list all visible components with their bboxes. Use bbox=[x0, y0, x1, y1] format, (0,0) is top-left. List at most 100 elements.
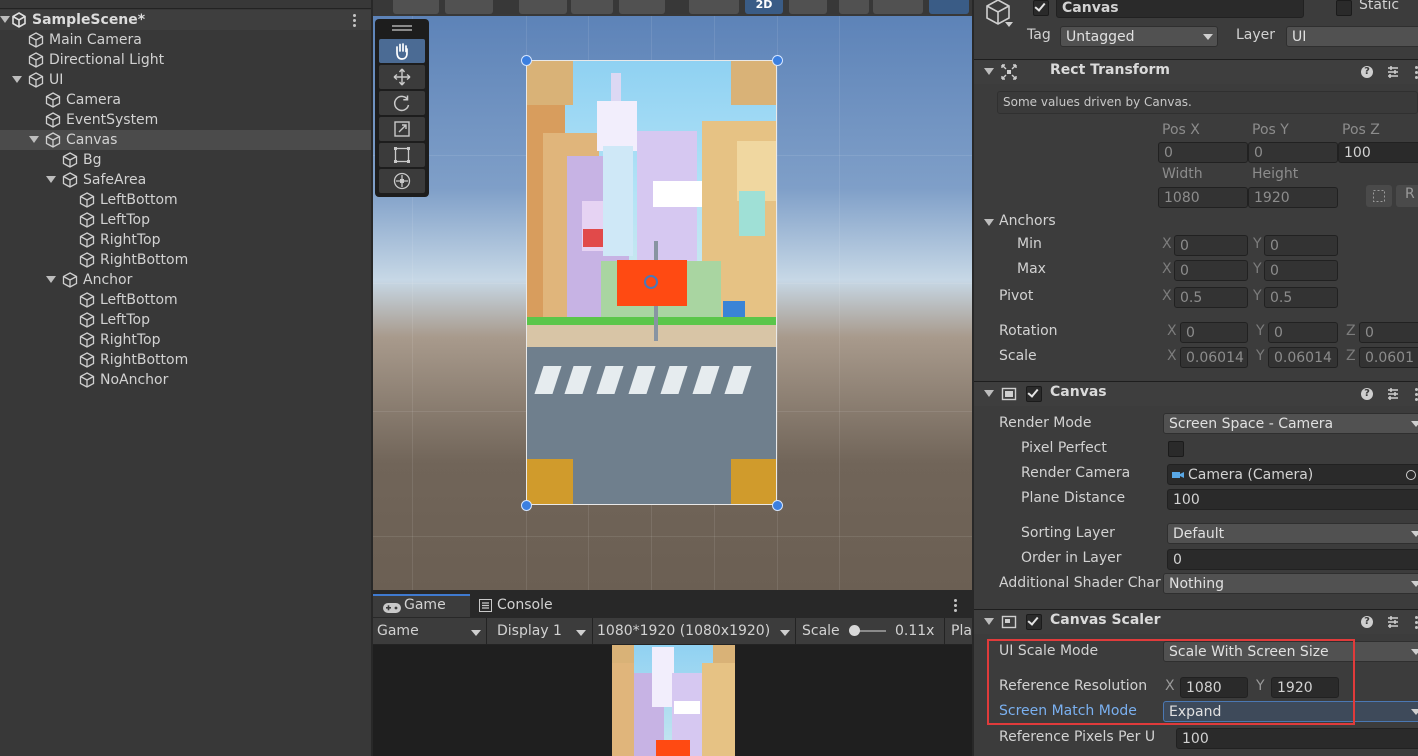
ruler-button[interactable] bbox=[619, 0, 665, 14]
pivot-toggle-button[interactable] bbox=[445, 0, 493, 14]
hierarchy-item[interactable]: RightTop bbox=[0, 330, 371, 350]
foldout-arrow-icon[interactable] bbox=[984, 390, 994, 397]
width-field[interactable]: 1080 bbox=[1158, 187, 1248, 208]
canvas-component-header[interactable]: Canvas ? bbox=[974, 381, 1418, 406]
blueprint-mode-button[interactable] bbox=[1366, 185, 1392, 207]
right-top-marker[interactable] bbox=[731, 61, 776, 105]
sorting-layer-dropdown[interactable]: Default bbox=[1167, 523, 1418, 544]
scale-y-field[interactable]: 0.06014 bbox=[1268, 347, 1338, 368]
pos-x-field[interactable]: 0 bbox=[1158, 142, 1248, 163]
hierarchy-item[interactable]: RightBottom bbox=[0, 250, 371, 270]
gizmo-tools-button[interactable] bbox=[393, 0, 439, 14]
scale-z-field[interactable]: 0.0601 bbox=[1359, 347, 1418, 368]
pixel-perfect-checkbox[interactable] bbox=[1168, 441, 1184, 457]
hierarchy-item[interactable]: RightBottom bbox=[0, 350, 371, 370]
expand-arrow-icon[interactable] bbox=[0, 16, 10, 23]
pivot-y-field[interactable]: 0.5 bbox=[1264, 287, 1338, 308]
hierarchy-search-bar[interactable] bbox=[0, 0, 371, 9]
pivot-x-field[interactable]: 0.5 bbox=[1174, 287, 1248, 308]
rect-transform-header[interactable]: Rect Transform ? bbox=[974, 59, 1418, 84]
scene-row[interactable]: SampleScene* bbox=[0, 10, 371, 30]
static-checkbox[interactable] bbox=[1336, 0, 1352, 16]
mode-2d-button[interactable]: 2D bbox=[745, 0, 783, 14]
anchor-min-x-field[interactable]: 0 bbox=[1174, 235, 1248, 256]
canvas-background-image[interactable] bbox=[526, 60, 777, 505]
foldout-arrow-icon[interactable] bbox=[984, 68, 994, 75]
hierarchy-item[interactable]: NoAnchor bbox=[0, 370, 371, 390]
tag-dropdown[interactable]: Untagged bbox=[1060, 26, 1218, 47]
rotation-x-field[interactable]: 0 bbox=[1180, 322, 1248, 343]
right-bottom-marker[interactable] bbox=[731, 459, 776, 504]
lighting-toggle-button[interactable] bbox=[789, 0, 827, 14]
hierarchy-item[interactable]: RightTop bbox=[0, 230, 371, 250]
view-select-dropdown[interactable]: Game bbox=[377, 621, 483, 641]
rect-tool-button[interactable] bbox=[379, 143, 425, 167]
tab-game[interactable]: Game bbox=[373, 594, 470, 617]
rect-handle-top-left[interactable] bbox=[521, 55, 532, 66]
game-panel-menu-icon[interactable] bbox=[954, 599, 957, 612]
play-focused-dropdown[interactable]: Pla bbox=[951, 621, 972, 641]
canvas-scaler-enabled-checkbox[interactable] bbox=[1026, 614, 1042, 630]
left-top-marker[interactable] bbox=[527, 61, 573, 105]
foldout-arrow-icon[interactable] bbox=[984, 618, 994, 625]
active-checkbox[interactable] bbox=[1033, 0, 1049, 16]
presets-icon[interactable] bbox=[1386, 65, 1400, 79]
object-name-field[interactable]: Canvas bbox=[1056, 0, 1304, 18]
audio-toggle-button[interactable] bbox=[839, 0, 869, 14]
hierarchy-item[interactable]: Bg bbox=[0, 150, 371, 170]
presets-icon[interactable] bbox=[1386, 387, 1400, 401]
pos-z-field[interactable]: 100 bbox=[1338, 142, 1418, 163]
scale-tool-button[interactable] bbox=[379, 117, 425, 141]
order-in-layer-field[interactable]: 0 bbox=[1167, 549, 1418, 570]
height-field[interactable]: 1920 bbox=[1248, 187, 1338, 208]
anchor-min-y-field[interactable]: 0 bbox=[1264, 235, 1338, 256]
hierarchy-item[interactable]: Anchor bbox=[0, 270, 371, 290]
rect-handle-top-right[interactable] bbox=[772, 55, 783, 66]
render-camera-field[interactable]: Camera (Camera) bbox=[1167, 464, 1418, 485]
canvas-enabled-checkbox[interactable] bbox=[1026, 386, 1042, 402]
canvas-scaler-header[interactable]: Canvas Scaler ? bbox=[974, 609, 1418, 634]
presets-icon[interactable] bbox=[1386, 615, 1400, 629]
transform-tool-button[interactable] bbox=[379, 169, 425, 193]
scale-slider-thumb[interactable] bbox=[848, 625, 860, 636]
help-icon[interactable]: ? bbox=[1361, 388, 1373, 400]
expand-arrow-icon[interactable] bbox=[29, 136, 39, 143]
hierarchy-item[interactable]: Camera bbox=[0, 90, 371, 110]
resolution-dropdown[interactable]: 1080*1920 (1080x1920) bbox=[597, 621, 793, 641]
hierarchy-item[interactable]: LeftTop bbox=[0, 210, 371, 230]
scale-x-field[interactable]: 0.06014 bbox=[1180, 347, 1248, 368]
rect-handle-bottom-right[interactable] bbox=[772, 500, 783, 511]
render-mode-dropdown[interactable]: Screen Space - Camera bbox=[1163, 413, 1418, 434]
pos-y-field[interactable]: 0 bbox=[1248, 142, 1338, 163]
raw-edit-button[interactable]: R bbox=[1396, 185, 1418, 207]
anchor-max-y-field[interactable]: 0 bbox=[1264, 260, 1338, 281]
hierarchy-item[interactable]: SafeArea bbox=[0, 170, 371, 190]
help-icon[interactable]: ? bbox=[1361, 616, 1373, 628]
draw-mode-button[interactable] bbox=[689, 0, 739, 14]
hierarchy-item[interactable]: LeftBottom bbox=[0, 190, 371, 210]
hierarchy-item[interactable]: Canvas bbox=[0, 130, 371, 150]
hierarchy-item[interactable]: EventSystem bbox=[0, 110, 371, 130]
increment-snap-button[interactable] bbox=[571, 0, 613, 14]
scene-visibility-button[interactable] bbox=[929, 0, 969, 14]
hierarchy-item[interactable]: UI bbox=[0, 70, 371, 90]
tab-console[interactable]: Console bbox=[473, 594, 573, 617]
anchors-foldout-icon[interactable] bbox=[984, 219, 994, 226]
left-bottom-marker[interactable] bbox=[527, 459, 573, 504]
rect-handle-bottom-left[interactable] bbox=[521, 500, 532, 511]
game-view[interactable] bbox=[373, 645, 972, 756]
hierarchy-item[interactable]: Main Camera bbox=[0, 30, 371, 50]
plane-distance-field[interactable]: 100 bbox=[1167, 489, 1418, 510]
reference-ppu-field[interactable]: 100 bbox=[1176, 728, 1418, 749]
pivot-handle-icon[interactable] bbox=[644, 275, 658, 289]
anchor-max-x-field[interactable]: 0 bbox=[1174, 260, 1248, 281]
hierarchy-item[interactable]: LeftTop bbox=[0, 310, 371, 330]
hierarchy-item[interactable]: Directional Light bbox=[0, 50, 371, 70]
rotate-tool-button[interactable] bbox=[379, 91, 425, 115]
object-picker-icon[interactable] bbox=[1406, 470, 1416, 480]
layer-dropdown[interactable]: UI bbox=[1286, 26, 1418, 47]
expand-arrow-icon[interactable] bbox=[46, 176, 56, 183]
grid-snap-button[interactable] bbox=[519, 0, 567, 14]
rotation-z-field[interactable]: 0 bbox=[1359, 322, 1418, 343]
icon-picker-arrow-icon[interactable] bbox=[1005, 22, 1013, 27]
